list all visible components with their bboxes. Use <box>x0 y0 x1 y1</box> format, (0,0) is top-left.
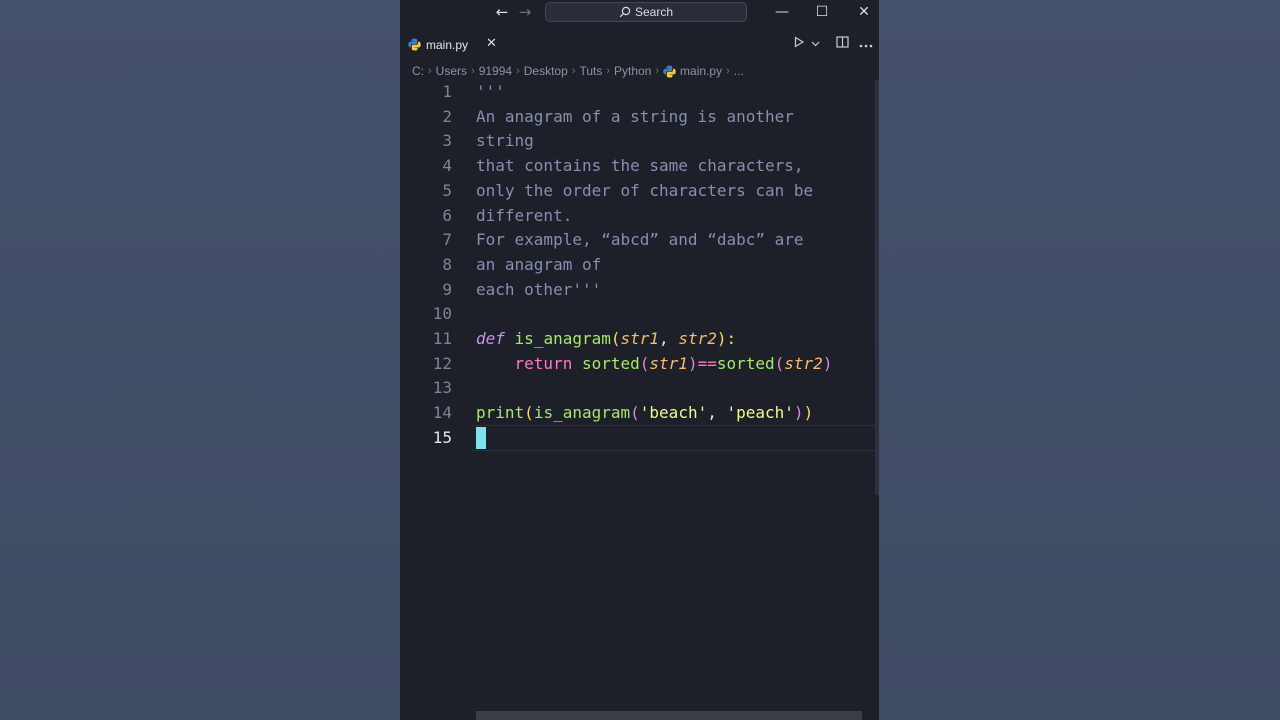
vertical-scrollbar[interactable] <box>875 80 879 495</box>
chevron-right-icon: › <box>516 65 520 77</box>
breadcrumb-desktop[interactable]: Desktop <box>524 64 568 78</box>
python-icon <box>408 36 421 55</box>
python-icon <box>663 65 676 78</box>
breadcrumb-drive[interactable]: C: <box>412 64 424 78</box>
run-icon[interactable] <box>793 36 805 51</box>
line-number: 5 <box>442 180 452 200</box>
back-arrow-icon[interactable]: ← <box>492 2 512 22</box>
editor-actions <box>793 36 873 51</box>
line-number: 4 <box>442 156 452 176</box>
code-line: an anagram of <box>476 254 602 274</box>
line-number: 3 <box>442 131 452 151</box>
tab-bar: main.py ✕ <box>400 30 879 60</box>
tab-main-py[interactable]: main.py ✕ <box>400 30 505 60</box>
more-actions-icon[interactable] <box>859 37 873 51</box>
line-number: 7 <box>442 230 452 250</box>
maximize-icon[interactable]: ☐ <box>811 2 833 22</box>
breadcrumb-python[interactable]: Python <box>614 64 651 78</box>
close-tab-icon[interactable]: ✕ <box>486 36 497 52</box>
line-number: 13 <box>432 378 452 398</box>
line-number-active: 15 <box>432 427 452 447</box>
breadcrumb-user[interactable]: 91994 <box>479 64 512 78</box>
line-number: 12 <box>432 353 452 373</box>
editor-window: ← → Search — ☐ ✕ main.py ✕ C: › Users › … <box>400 0 879 720</box>
chevron-right-icon: › <box>571 65 576 77</box>
chevron-right-icon: › <box>471 65 475 77</box>
split-editor-icon[interactable] <box>836 36 849 51</box>
breadcrumb-file[interactable]: main.py <box>680 64 722 78</box>
chevron-right-icon: › <box>726 65 730 77</box>
text-cursor <box>476 427 486 449</box>
line-number: 14 <box>432 403 452 423</box>
tab-label: main.py <box>426 38 469 52</box>
search-icon <box>619 6 631 18</box>
code-line: each other''' <box>476 279 602 299</box>
line-number: 1 <box>442 82 452 101</box>
code-line: ''' <box>476 82 505 101</box>
line-number: 11 <box>432 329 452 348</box>
chevron-right-icon: › <box>606 65 611 77</box>
breadcrumb: C: › Users › 91994 › Desktop › Tuts › Py… <box>412 61 744 81</box>
breadcrumb-tuts[interactable]: Tuts <box>579 64 602 78</box>
code-line: An anagram of a string is another <box>476 106 794 126</box>
line-number: 2 <box>442 106 452 126</box>
chevron-down-icon[interactable] <box>811 37 820 51</box>
right-backdrop <box>879 0 1280 720</box>
chevron-right-icon: › <box>428 65 432 77</box>
code-line: For example, “abcd” and “dabc” are <box>476 230 804 250</box>
code-line-def: def is_anagram(str1, str2): <box>476 329 737 348</box>
line-number: 6 <box>442 205 452 225</box>
code-line-return: return sorted(str1)==sorted(str2) <box>514 353 833 373</box>
current-line-highlight <box>470 425 879 451</box>
code-line: only the order of characters can be <box>476 180 814 200</box>
horizontal-scrollbar[interactable] <box>476 711 862 720</box>
breadcrumb-symbol[interactable]: ... <box>734 64 744 78</box>
code-line: different. <box>476 205 573 225</box>
title-bar: ← → Search — ☐ ✕ <box>400 0 879 26</box>
search-box[interactable]: Search <box>545 2 747 22</box>
code-line-print: print(is_anagram('beach', 'peach')) <box>476 403 814 423</box>
search-label: Search <box>634 5 674 19</box>
minimize-icon[interactable]: — <box>771 2 793 22</box>
line-number: 10 <box>432 304 452 324</box>
line-number: 8 <box>442 254 452 274</box>
code-editor[interactable]: 1 2 3 4 5 6 7 8 9 10 11 12 13 14 15 ''' … <box>400 80 879 720</box>
chevron-right-icon: › <box>655 65 660 77</box>
code-line: string <box>476 131 534 151</box>
line-number: 9 <box>442 279 452 299</box>
code-line: that contains the same characters, <box>476 156 804 176</box>
close-window-icon[interactable]: ✕ <box>853 2 875 22</box>
breadcrumb-users[interactable]: Users <box>436 64 467 78</box>
forward-arrow-icon[interactable]: → <box>515 2 535 22</box>
left-backdrop <box>0 0 400 720</box>
